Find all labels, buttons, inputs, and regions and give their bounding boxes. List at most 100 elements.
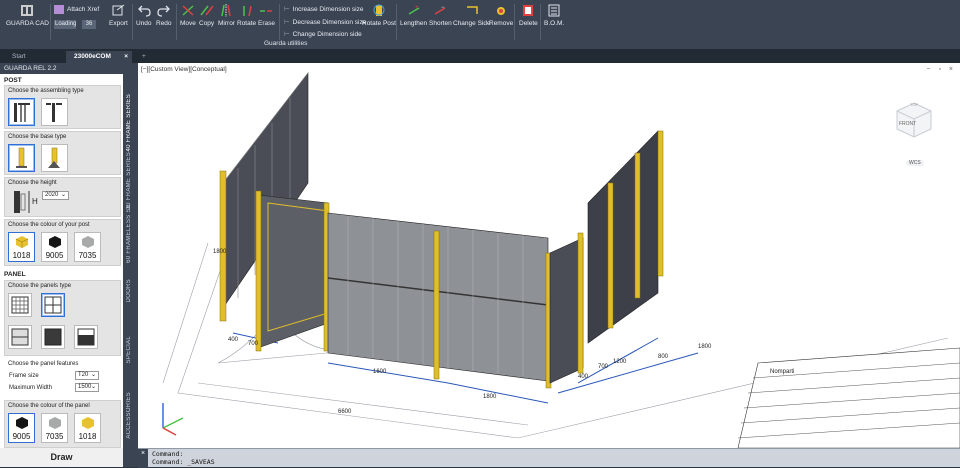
rotate-post-icon bbox=[373, 4, 385, 16]
base-option-tripod[interactable] bbox=[41, 144, 68, 172]
shorten-button[interactable]: − Shorten bbox=[429, 4, 452, 27]
panel-colour-group: Choose the colour of the panel 9005 7035… bbox=[4, 400, 121, 448]
height-select[interactable]: 2020 ⌄ bbox=[42, 191, 69, 200]
base-option-plate[interactable] bbox=[8, 144, 35, 172]
mirror-button[interactable]: Mirror bbox=[218, 4, 235, 27]
document-tabs: Start 23000eCOM × + bbox=[0, 50, 960, 63]
rotate-post-button[interactable]: Rotate Post bbox=[362, 4, 396, 27]
close-command-icon[interactable]: × bbox=[138, 449, 148, 468]
bom-button[interactable]: B.O.M. bbox=[544, 4, 564, 27]
bom-icon bbox=[548, 4, 560, 17]
panel-type-mesh[interactable] bbox=[41, 293, 65, 317]
frame-size-select[interactable]: T20 ⌄ bbox=[75, 371, 99, 380]
move-button[interactable]: Move bbox=[180, 4, 196, 27]
tab-doors[interactable]: DOORS bbox=[126, 279, 132, 303]
tab-30-frame-series[interactable]: 30 FRAME SERIES bbox=[126, 152, 132, 210]
assembling-option-1[interactable] bbox=[8, 98, 35, 126]
wcs-menu[interactable]: WCS bbox=[906, 160, 924, 166]
chevron-down-icon: ⌄ bbox=[90, 372, 96, 378]
counter-field[interactable]: 36 bbox=[82, 20, 96, 29]
tab-special[interactable]: SPECIAL bbox=[126, 336, 132, 363]
drawing-viewport[interactable]: [−][Custom View][Conceptual] − ▫ × 1600 … bbox=[138, 63, 960, 448]
panel-type-mixed[interactable] bbox=[74, 325, 98, 349]
cube-black-icon bbox=[48, 236, 61, 248]
command-line[interactable]: × Command: Command: _SAVEAS bbox=[138, 448, 960, 468]
dim-400-left: 400 bbox=[228, 337, 239, 343]
new-tab-icon[interactable]: + bbox=[134, 51, 154, 63]
dim-700-left: 700 bbox=[248, 341, 259, 347]
ucs-icon bbox=[162, 403, 184, 436]
lengthen-button[interactable]: + Lengthen bbox=[400, 4, 427, 27]
guarda-cad-button[interactable]: GUARDA CAD bbox=[6, 4, 49, 27]
decrease-dim-icon: ⊢ bbox=[284, 18, 290, 26]
increase-dimension-button[interactable]: ⊢ Increase Dimension size bbox=[284, 4, 366, 17]
panels-type-group: Choose the panels type bbox=[4, 280, 121, 356]
dim-1800-height: 1800 bbox=[213, 249, 227, 255]
tab-60-frameless[interactable]: 60 FRAMELESS SE bbox=[126, 204, 132, 263]
panel-clear-icon bbox=[11, 328, 29, 346]
shorten-icon: − bbox=[435, 5, 446, 15]
dim-1200: 1200 bbox=[613, 359, 627, 365]
assembling-option-2[interactable] bbox=[41, 98, 68, 126]
post-panel-icon bbox=[46, 103, 62, 122]
post-colour-1018[interactable]: 1018 bbox=[8, 232, 35, 262]
close-tab-icon[interactable]: × bbox=[124, 51, 128, 63]
attach-xref-button[interactable]: Attach Xref bbox=[54, 5, 99, 14]
tab-document[interactable]: 23000eCOM × bbox=[66, 51, 132, 63]
viewcube[interactable]: TOP FRONT bbox=[893, 101, 935, 141]
erase-icon bbox=[260, 10, 273, 12]
xref-icon bbox=[54, 5, 64, 14]
dim-1800-front: 1800 bbox=[483, 394, 497, 400]
panel-type-polycarbonate[interactable] bbox=[8, 325, 32, 349]
panel-type-mesh-fine[interactable] bbox=[8, 293, 32, 317]
redo-button[interactable]: Redo bbox=[156, 4, 172, 27]
left-fence-run bbox=[219, 72, 330, 352]
panel-type-sheet[interactable] bbox=[41, 325, 65, 349]
mesh-icon bbox=[11, 296, 29, 314]
cube-yellow-icon bbox=[81, 417, 94, 429]
post-section-title: POST bbox=[4, 77, 22, 84]
guarda-panel: POST Choose the assembling type Choose t… bbox=[0, 74, 123, 467]
chevron-down-icon: ⌄ bbox=[60, 192, 66, 198]
post-colour-9005[interactable]: 9005 bbox=[41, 232, 68, 262]
bom-table: Nomparti bbox=[737, 347, 960, 448]
erase-button[interactable]: Erase bbox=[258, 4, 275, 27]
undo-button[interactable]: Undo bbox=[136, 4, 152, 27]
remove-button[interactable]: Remove bbox=[489, 4, 513, 27]
dim-700-right: 700 bbox=[598, 364, 609, 370]
post-tripod-icon bbox=[48, 147, 60, 168]
delete-button[interactable]: Delete bbox=[519, 4, 538, 27]
command-history-1: Command: bbox=[152, 450, 184, 458]
dim-400-right: 400 bbox=[578, 374, 589, 380]
viewcube-front-label: FRONT bbox=[899, 121, 917, 127]
loading-field[interactable]: Loading bbox=[54, 20, 76, 29]
rotate-button[interactable]: Rotate bbox=[237, 4, 256, 27]
guarda-utilities-label: Guarda utilities bbox=[264, 40, 308, 47]
decrease-dimension-button[interactable]: ⊢ Decrease Dimension size bbox=[284, 17, 366, 30]
move-icon bbox=[182, 5, 194, 16]
svg-text:+: + bbox=[415, 5, 419, 11]
tab-40-frame-series[interactable]: 40 FRAME SERIES bbox=[126, 94, 132, 152]
post-colour-group: Choose the colour of your post 1018 9005… bbox=[4, 219, 121, 266]
export-button[interactable]: Export bbox=[109, 4, 128, 27]
front-fence-run bbox=[327, 212, 552, 389]
tab-start[interactable]: Start bbox=[4, 51, 34, 63]
redo-icon bbox=[157, 5, 170, 17]
panel-colour-7035[interactable]: 7035 bbox=[41, 413, 68, 443]
post-frame-icon bbox=[14, 103, 30, 122]
panel-section-title: PANEL bbox=[4, 271, 26, 278]
draw-button[interactable]: Draw bbox=[0, 448, 123, 467]
change-side-button[interactable]: Change Side bbox=[453, 4, 491, 27]
tab-accessories[interactable]: ACCESSORIES bbox=[126, 392, 132, 439]
max-width-select[interactable]: 1500 ⌄ bbox=[75, 383, 99, 392]
mesh-grid-icon bbox=[44, 296, 62, 314]
series-tabs: 40 FRAME SERIES 30 FRAME SERIES 60 FRAME… bbox=[123, 74, 138, 467]
panel-colour-1018[interactable]: 1018 bbox=[74, 413, 101, 443]
copy-button[interactable]: Copy bbox=[199, 4, 214, 27]
panel-colour-9005[interactable]: 9005 bbox=[8, 413, 35, 443]
change-side-icon bbox=[466, 6, 478, 14]
panel-solid-icon bbox=[44, 328, 62, 346]
dim-6600: 6600 bbox=[338, 409, 352, 415]
cube-grey-icon bbox=[48, 417, 61, 429]
post-colour-7035[interactable]: 7035 bbox=[74, 232, 101, 262]
